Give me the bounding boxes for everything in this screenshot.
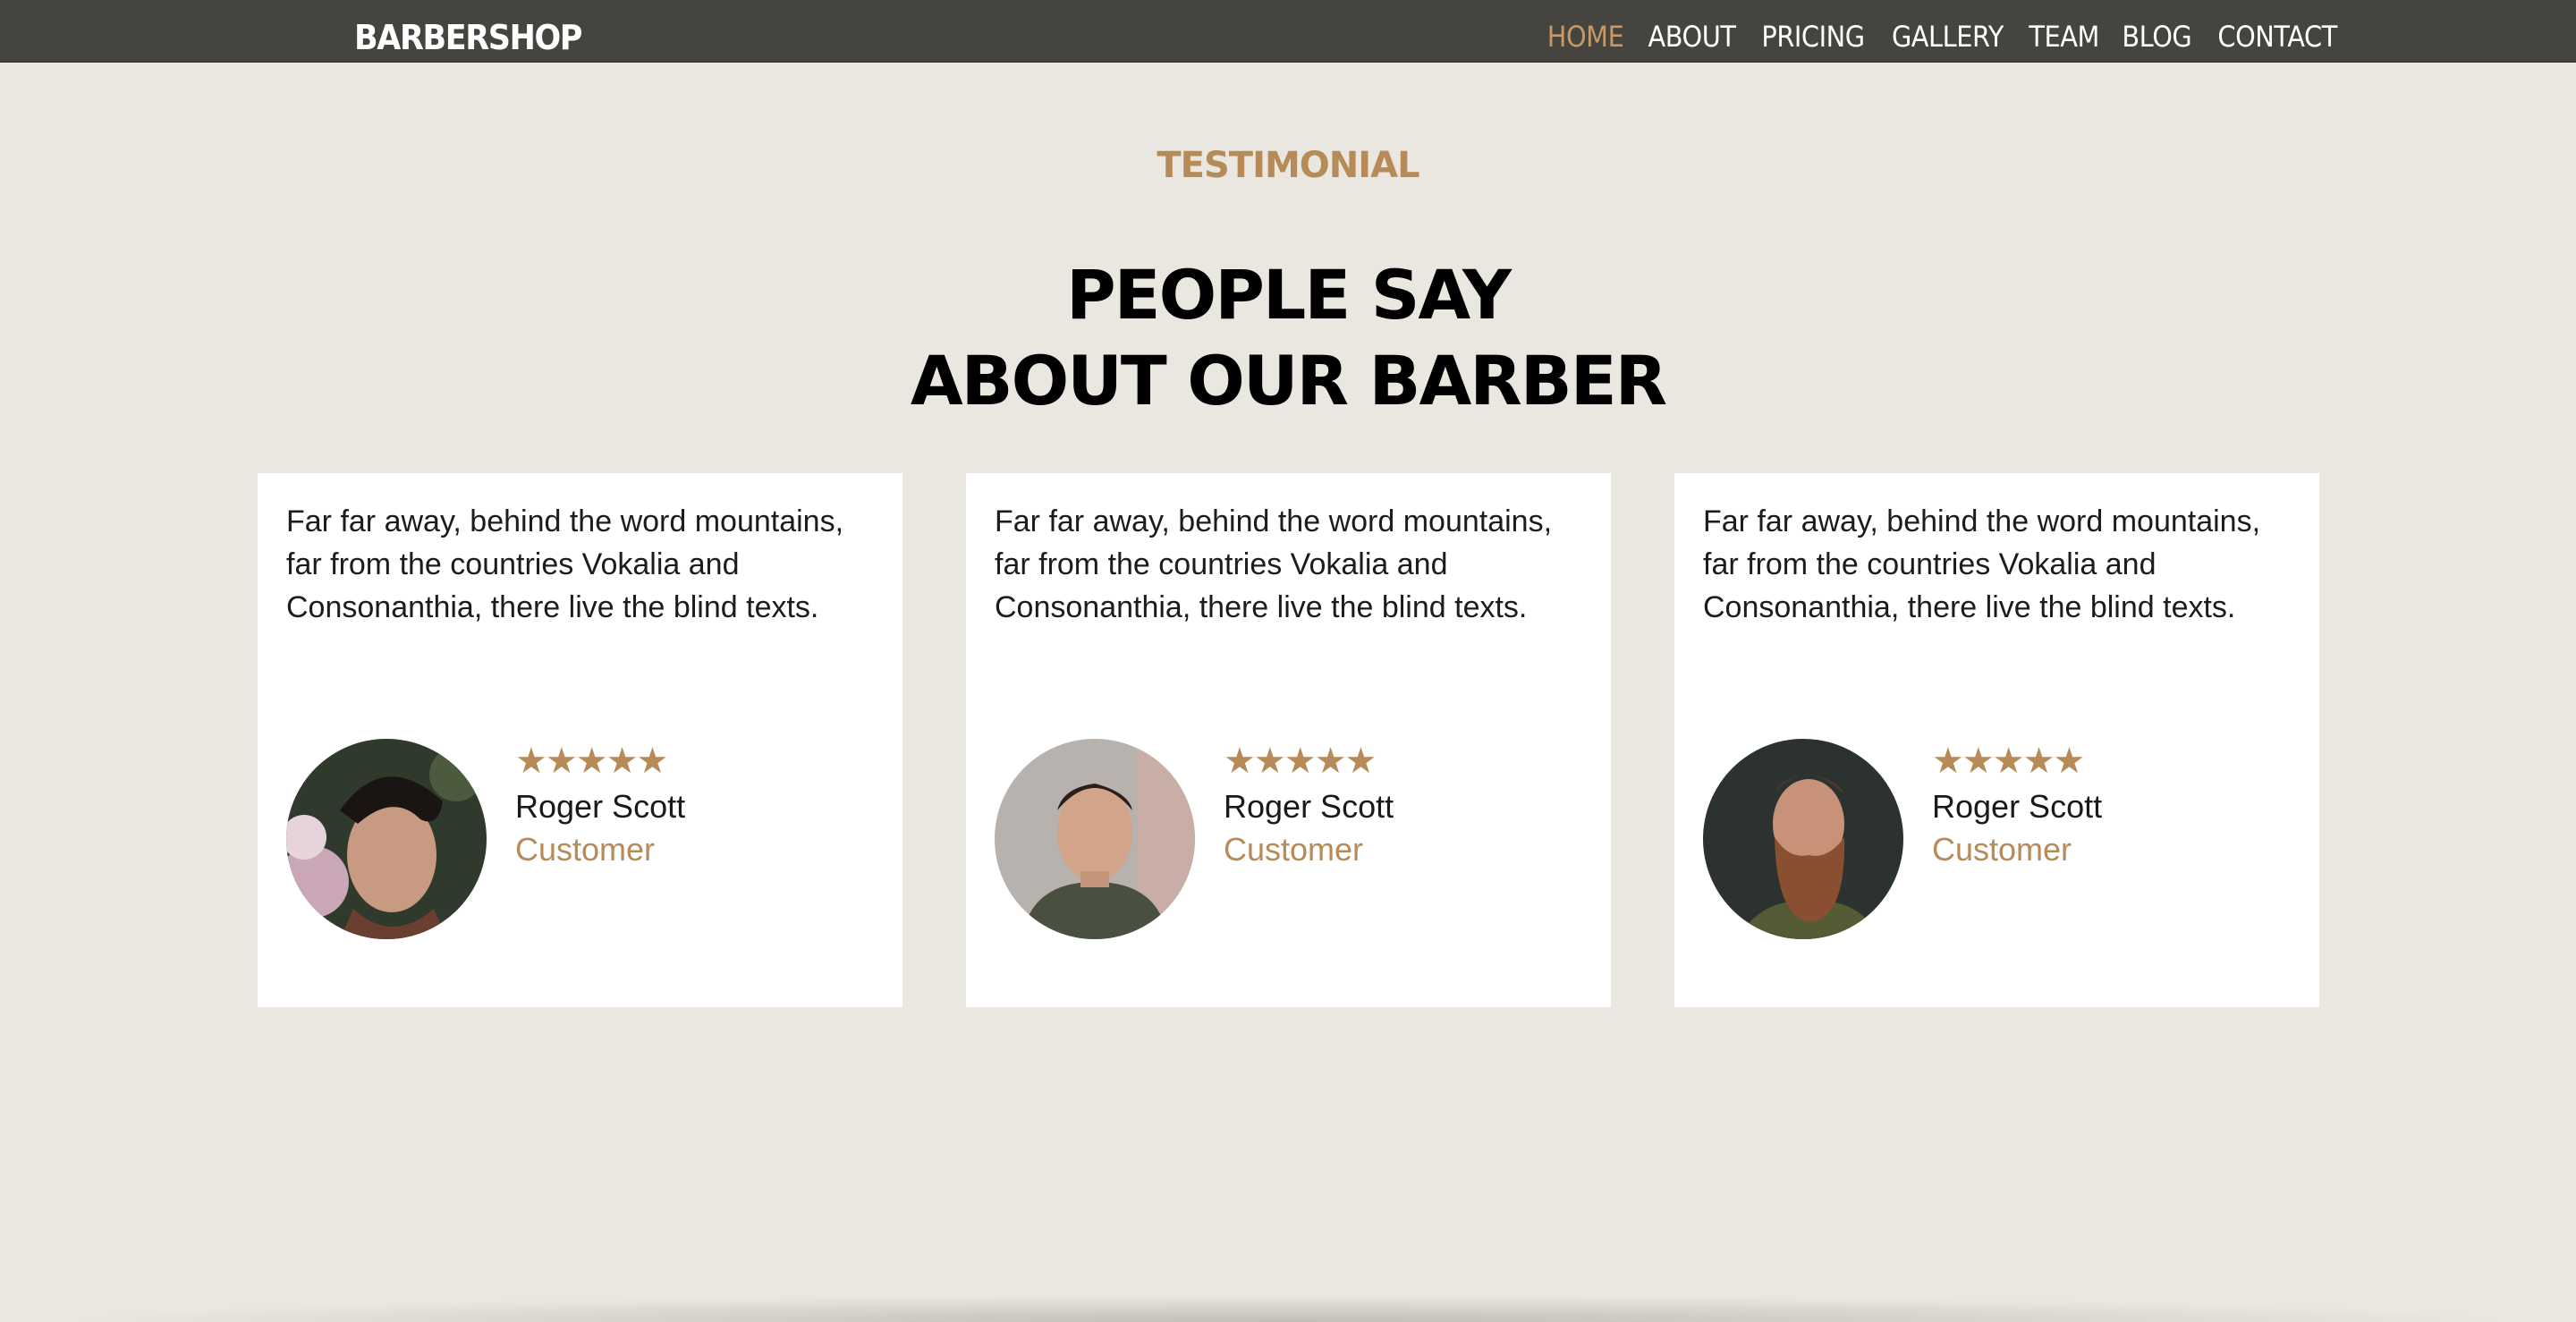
customer-avatar bbox=[1703, 739, 1903, 939]
nav-home[interactable]: HOME bbox=[1547, 20, 1624, 54]
testimonial-card: Far far away, behind the word mountains,… bbox=[258, 473, 902, 1007]
main-nav: HOME ABOUT PRICING GALLERY TEAM BLOG CON… bbox=[1543, 20, 2343, 54]
rating-stars: ★★★★★ bbox=[1224, 742, 1377, 781]
nav-pricing[interactable]: PRICING bbox=[1761, 20, 1865, 54]
section-heading: PEOPLE SAY ABOUT OUR BARBER bbox=[0, 252, 2576, 424]
section-subheading: TESTIMONIAL bbox=[1157, 145, 1419, 186]
nav-gallery[interactable]: GALLERY bbox=[1892, 20, 2004, 54]
testimonial-text: Far far away, behind the word mountains,… bbox=[286, 504, 844, 624]
young-man-hoodie-photo bbox=[995, 739, 1195, 939]
rating-stars: ★★★★★ bbox=[515, 742, 668, 781]
testimonial-text: Far far away, behind the word mountains,… bbox=[995, 504, 1553, 624]
customer-name: Roger Scott bbox=[515, 788, 686, 825]
nav-about[interactable]: ABOUT bbox=[1648, 20, 1736, 54]
customer-role: Customer bbox=[1224, 831, 1364, 868]
customer-avatar bbox=[286, 739, 487, 939]
nav-contact[interactable]: CONTACT bbox=[2217, 20, 2337, 54]
nav-blog[interactable]: BLOG bbox=[2122, 20, 2191, 54]
bearded-man-photo bbox=[1703, 739, 1903, 939]
bottom-shadow bbox=[54, 1295, 2522, 1322]
heading-line-2: ABOUT OUR BARBER bbox=[910, 341, 1667, 420]
customer-role: Customer bbox=[515, 831, 656, 868]
customer-name: Roger Scott bbox=[1224, 788, 1394, 825]
customer-name: Roger Scott bbox=[1932, 788, 2103, 825]
testimonial-card: Far far away, behind the word mountains,… bbox=[1674, 473, 2319, 1007]
customer-role: Customer bbox=[1932, 831, 2072, 868]
young-man-dark-hair-photo bbox=[286, 739, 487, 939]
testimonial-card: Far far away, behind the word mountains,… bbox=[966, 473, 1611, 1007]
customer-avatar bbox=[995, 739, 1195, 939]
rating-stars: ★★★★★ bbox=[1932, 742, 2085, 781]
top-navbar: BARBERSHOP HOME ABOUT PRICING GALLERY TE… bbox=[0, 0, 2576, 63]
heading-line-1: PEOPLE SAY bbox=[1065, 255, 1512, 335]
nav-team[interactable]: TEAM bbox=[2029, 20, 2099, 54]
testimonial-text: Far far away, behind the word mountains,… bbox=[1703, 504, 2261, 624]
brand-logo[interactable]: BARBERSHOP bbox=[354, 18, 582, 57]
